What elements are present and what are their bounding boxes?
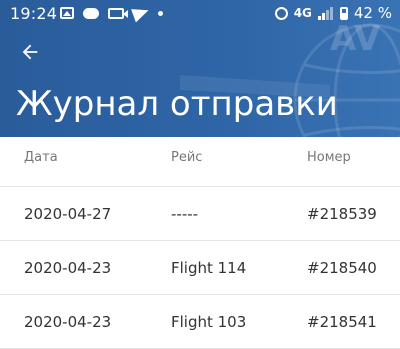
column-header-date: Дата bbox=[24, 150, 58, 165]
system-icons: 4G 42 % bbox=[274, 4, 392, 22]
telegram-icon bbox=[131, 3, 151, 23]
network-label: 4G bbox=[293, 6, 312, 20]
table-header: Дата Рейс Номер bbox=[0, 137, 400, 187]
status-time: 19:24 bbox=[10, 4, 58, 23]
row-date: 2020-04-23 bbox=[24, 259, 112, 277]
video-icon bbox=[108, 7, 124, 19]
image-icon bbox=[60, 7, 74, 19]
signal-icon bbox=[317, 6, 334, 20]
row-flight: Flight 103 bbox=[171, 313, 247, 331]
battery-icon bbox=[339, 6, 348, 20]
app-bar: AV 19:24 4G 42 % Журнал отправки bbox=[0, 0, 400, 137]
arrow-left-icon bbox=[22, 44, 38, 60]
row-number: #218541 bbox=[307, 313, 377, 331]
row-number: #218540 bbox=[307, 259, 377, 277]
dot-icon bbox=[158, 10, 163, 16]
row-flight: Flight 114 bbox=[171, 259, 247, 277]
notification-icons bbox=[60, 3, 163, 23]
row-flight: ----- bbox=[171, 205, 199, 223]
row-number: #218539 bbox=[307, 205, 377, 223]
alarm-icon bbox=[274, 6, 288, 20]
status-bar: 19:24 4G 42 % bbox=[0, 0, 400, 28]
table-row[interactable]: 2020-04-27 ----- #218539 bbox=[0, 187, 400, 241]
table-row[interactable]: 2020-04-23 Flight 114 #218540 bbox=[0, 241, 400, 295]
page-title: Журнал отправки bbox=[16, 84, 338, 124]
column-header-number: Номер bbox=[307, 150, 351, 165]
game-icon bbox=[83, 7, 99, 19]
back-button[interactable] bbox=[16, 38, 44, 66]
row-date: 2020-04-27 bbox=[24, 205, 112, 223]
row-date: 2020-04-23 bbox=[24, 313, 112, 331]
battery-level: 42 % bbox=[353, 4, 392, 22]
table-row[interactable]: 2020-04-23 Flight 103 #218541 bbox=[0, 295, 400, 349]
column-header-flight: Рейс bbox=[171, 150, 203, 165]
